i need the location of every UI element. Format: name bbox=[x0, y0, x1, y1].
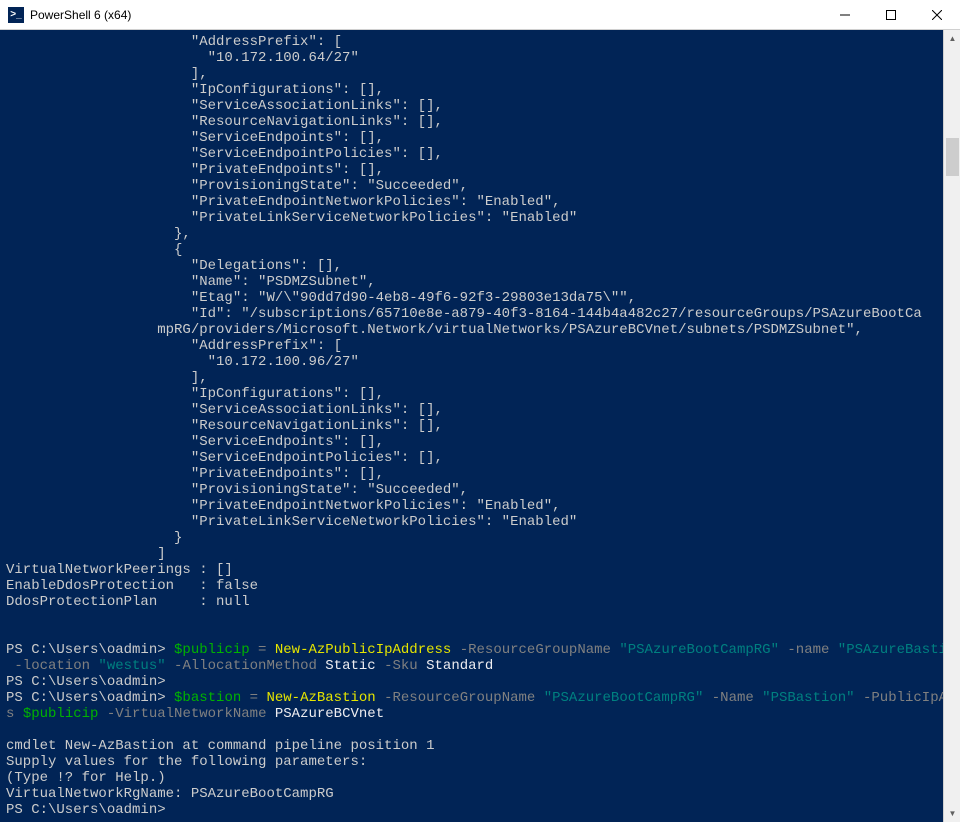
minimize-button[interactable] bbox=[822, 0, 868, 30]
terminal-line: mpRG/providers/Microsoft.Network/virtual… bbox=[6, 322, 937, 338]
terminal-line: "PrivateEndpointNetworkPolicies": "Enabl… bbox=[6, 498, 937, 514]
terminal-line: "PrivateLinkServiceNetworkPolicies": "En… bbox=[6, 514, 937, 530]
terminal-line: ], bbox=[6, 66, 937, 82]
terminal-line: "ServiceAssociationLinks": [], bbox=[6, 402, 937, 418]
terminal-line: Supply values for the following paramete… bbox=[6, 754, 937, 770]
terminal-line: "Etag": "W/\"90dd7d90-4eb8-49f6-92f3-298… bbox=[6, 290, 937, 306]
titlebar[interactable]: >_ PowerShell 6 (x64) bbox=[0, 0, 960, 30]
scroll-thumb[interactable] bbox=[946, 138, 959, 176]
terminal-line: EnableDdosProtection : false bbox=[6, 578, 937, 594]
terminal-line: "PrivateEndpoints": [], bbox=[6, 162, 937, 178]
terminal-line: PS C:\Users\oadmin> $bastion = New-AzBas… bbox=[6, 690, 937, 706]
terminal-line: s $publicip -VirtualNetworkName PSAzureB… bbox=[6, 706, 937, 722]
terminal-line: "ResourceNavigationLinks": [], bbox=[6, 114, 937, 130]
terminal-line: (Type !? for Help.) bbox=[6, 770, 937, 786]
terminal-line: "AddressPrefix": [ bbox=[6, 338, 937, 354]
terminal-line: "IpConfigurations": [], bbox=[6, 386, 937, 402]
terminal-line: "PrivateEndpoints": [], bbox=[6, 466, 937, 482]
terminal-line: "ServiceEndpointPolicies": [], bbox=[6, 146, 937, 162]
terminal-output[interactable]: "AddressPrefix": [ "10.172.100.64/27" ],… bbox=[0, 30, 943, 822]
terminal-line: "ProvisioningState": "Succeeded", bbox=[6, 482, 937, 498]
powershell-icon: >_ bbox=[8, 7, 24, 23]
terminal-line bbox=[6, 610, 937, 626]
terminal-line: DdosProtectionPlan : null bbox=[6, 594, 937, 610]
terminal-line bbox=[6, 626, 937, 642]
terminal-line: PS C:\Users\oadmin> bbox=[6, 802, 937, 818]
terminal-line: ], bbox=[6, 370, 937, 386]
terminal-line: VirtualNetworkRgName: PSAzureBootCampRG bbox=[6, 786, 937, 802]
terminal-line: "Id": "/subscriptions/65710e8e-a879-40f3… bbox=[6, 306, 937, 322]
vertical-scrollbar[interactable]: ▲ ▼ bbox=[943, 30, 960, 822]
terminal-line: { bbox=[6, 242, 937, 258]
terminal-line bbox=[6, 722, 937, 738]
terminal-line: "10.172.100.96/27" bbox=[6, 354, 937, 370]
terminal-line: } bbox=[6, 530, 937, 546]
terminal-line: "Delegations": [], bbox=[6, 258, 937, 274]
terminal-line: "ServiceEndpoints": [], bbox=[6, 130, 937, 146]
client-area: "AddressPrefix": [ "10.172.100.64/27" ],… bbox=[0, 30, 960, 822]
terminal-line: "ProvisioningState": "Succeeded", bbox=[6, 178, 937, 194]
terminal-line: "ServiceEndpointPolicies": [], bbox=[6, 450, 937, 466]
terminal-line: }, bbox=[6, 226, 937, 242]
window-title: PowerShell 6 (x64) bbox=[30, 8, 131, 22]
terminal-line: "PrivateEndpointNetworkPolicies": "Enabl… bbox=[6, 194, 937, 210]
terminal-line: "IpConfigurations": [], bbox=[6, 82, 937, 98]
terminal-line: "ServiceAssociationLinks": [], bbox=[6, 98, 937, 114]
terminal-line: "ResourceNavigationLinks": [], bbox=[6, 418, 937, 434]
scroll-up-arrow[interactable]: ▲ bbox=[944, 30, 960, 47]
terminal-line: VirtualNetworkPeerings : [] bbox=[6, 562, 937, 578]
terminal-line: -location "westus" -AllocationMethod Sta… bbox=[6, 658, 937, 674]
maximize-button[interactable] bbox=[868, 0, 914, 30]
terminal-line: PS C:\Users\oadmin> bbox=[6, 674, 937, 690]
close-button[interactable] bbox=[914, 0, 960, 30]
terminal-line: "AddressPrefix": [ bbox=[6, 34, 937, 50]
terminal-line: "ServiceEndpoints": [], bbox=[6, 434, 937, 450]
terminal-line: cmdlet New-AzBastion at command pipeline… bbox=[6, 738, 937, 754]
terminal-line: ] bbox=[6, 546, 937, 562]
terminal-line: PS C:\Users\oadmin> $publicip = New-AzPu… bbox=[6, 642, 937, 658]
terminal-line: "Name": "PSDMZSubnet", bbox=[6, 274, 937, 290]
terminal-line: "10.172.100.64/27" bbox=[6, 50, 937, 66]
scroll-down-arrow[interactable]: ▼ bbox=[944, 805, 960, 822]
terminal-line: "PrivateLinkServiceNetworkPolicies": "En… bbox=[6, 210, 937, 226]
